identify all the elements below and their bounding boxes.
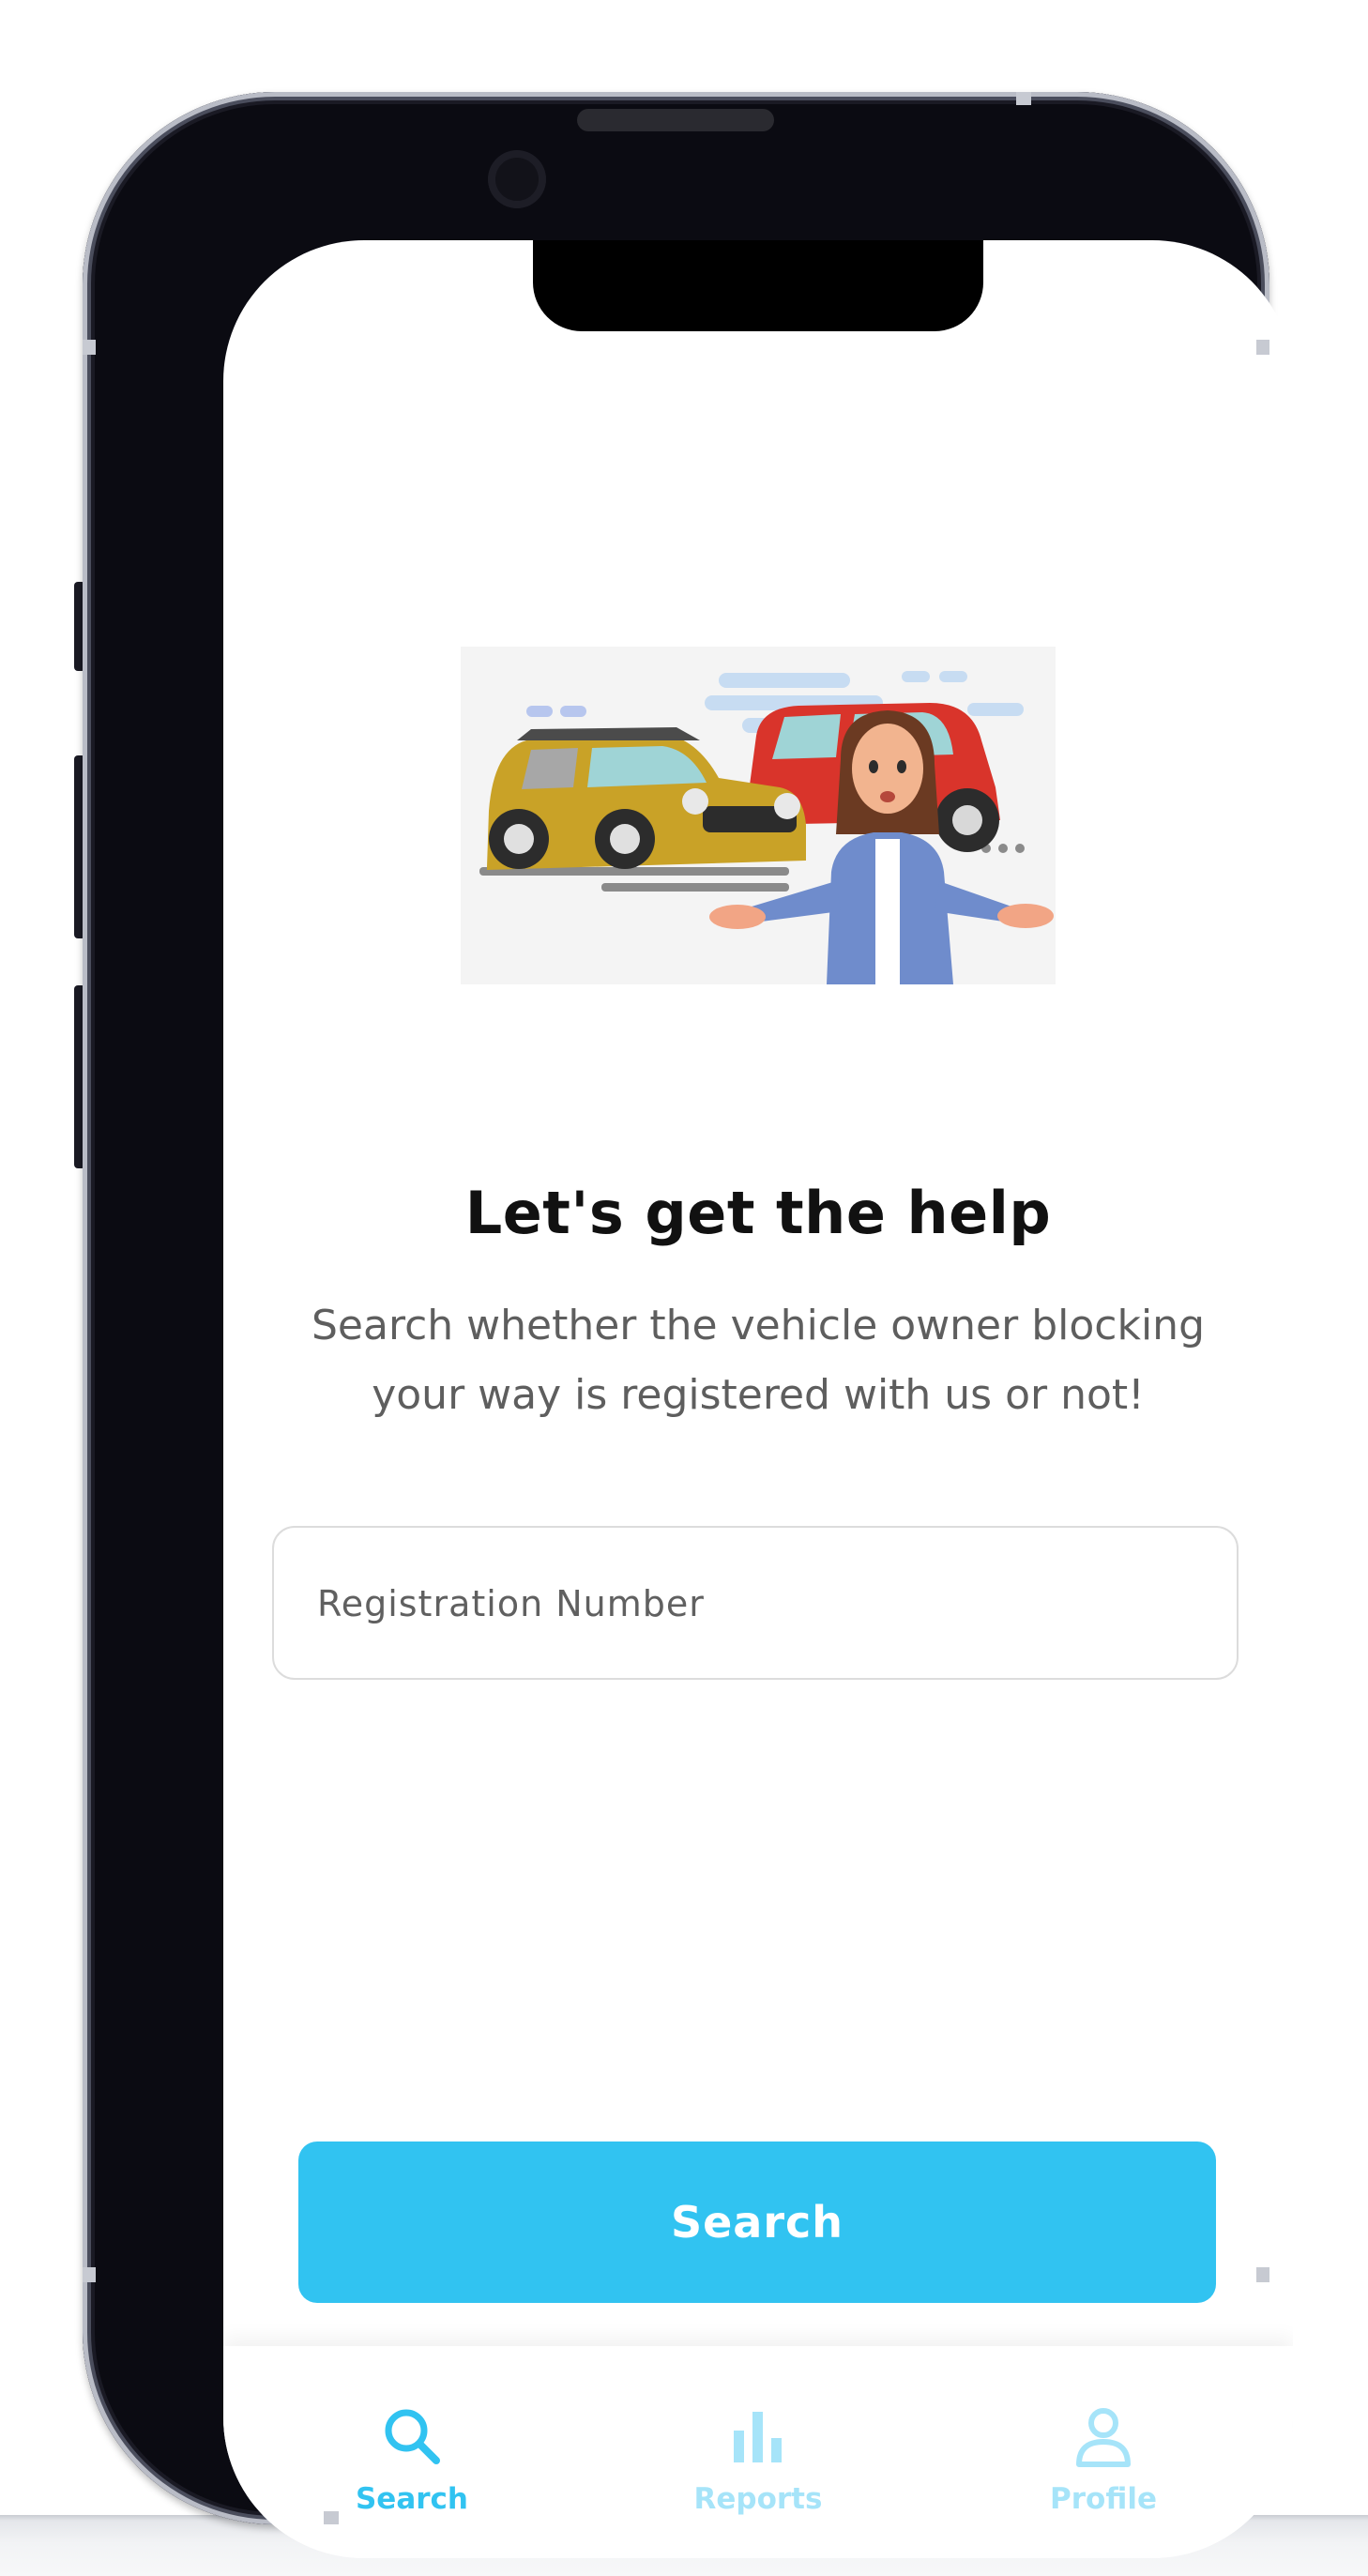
antenna-band (1256, 340, 1269, 355)
antenna-band (83, 2267, 96, 2282)
hero-illustration (461, 647, 1056, 984)
antenna-band (83, 340, 96, 355)
blocked-car-illustration (479, 671, 1054, 984)
tab-reports[interactable]: Reports (617, 2346, 899, 2534)
page-subtitle: Search whether the vehicle owner blockin… (312, 1302, 1205, 1419)
tab-search[interactable]: Search (271, 2346, 553, 2534)
antenna-band (324, 2511, 339, 2524)
tab-reports-label: Reports (693, 2482, 823, 2516)
user-icon (1076, 2408, 1131, 2467)
antenna-band (1256, 2267, 1269, 2282)
registration-number-input[interactable] (315, 1528, 1201, 1680)
search-button[interactable]: Search (298, 2142, 1216, 2303)
antenna-band (1016, 92, 1031, 105)
front-camera (488, 150, 546, 208)
notch (533, 240, 983, 331)
registration-number-field[interactable] (272, 1526, 1239, 1680)
speaker-grille (577, 109, 774, 131)
phone-frame: Let's get the help Search whether the ve… (83, 92, 1293, 2558)
app-screen: Let's get the help Search whether the ve… (223, 240, 1293, 2558)
bottom-tab-bar: Search Reports Profile (223, 2346, 1293, 2558)
bar-chart-icon (734, 2412, 782, 2462)
search-icon (385, 2409, 440, 2464)
tab-search-label: Search (355, 2482, 468, 2516)
page-title: Let's get the help (464, 1179, 1052, 1247)
tab-profile-label: Profile (1050, 2482, 1157, 2516)
tab-profile[interactable]: Profile (963, 2346, 1244, 2534)
